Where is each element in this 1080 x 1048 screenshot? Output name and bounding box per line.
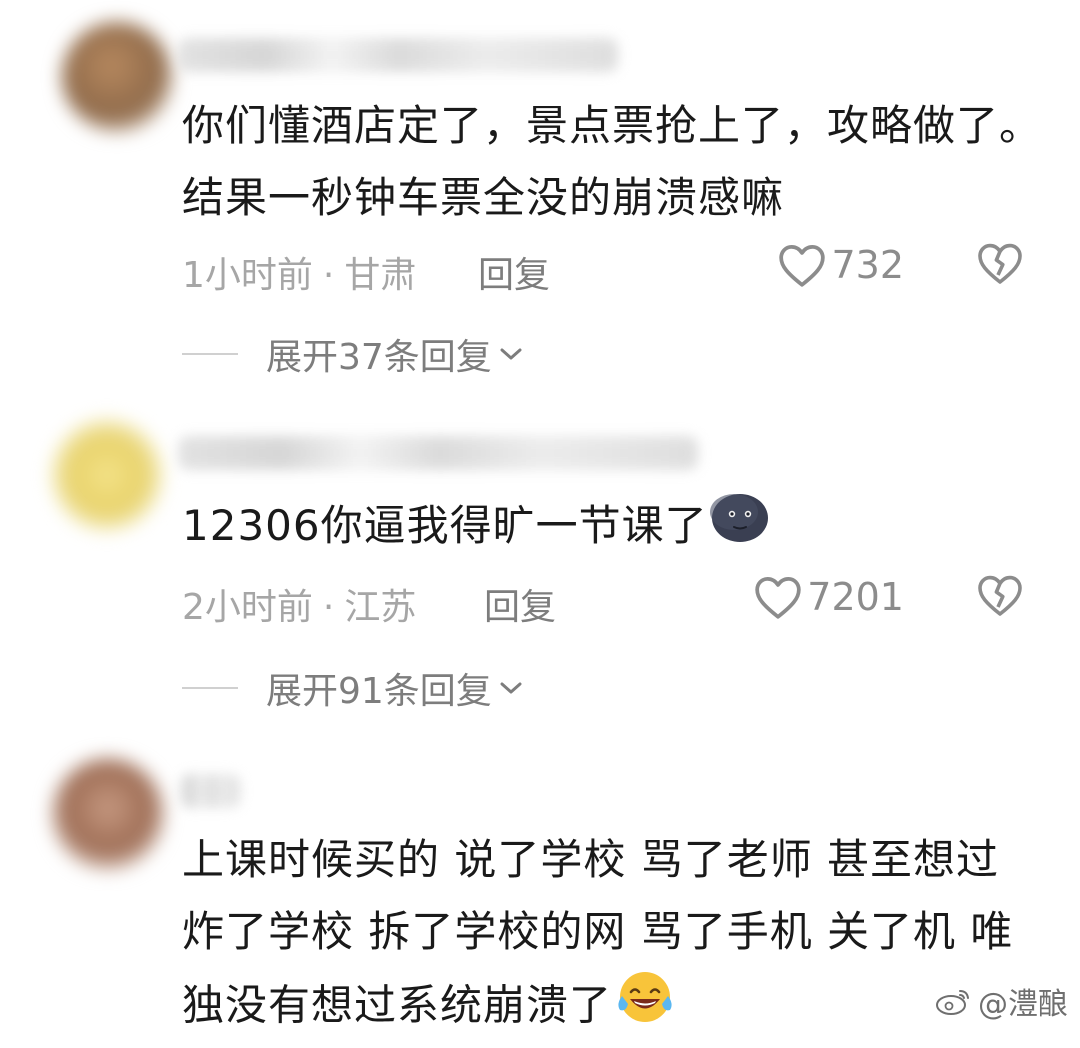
avatar[interactable] [52,420,162,530]
expand-replies-button[interactable]: 展开91条回复 [182,662,524,714]
comment-text-content: 上课时候买的 说了学校 骂了老师 甚至想过炸了学校 拆了学校的网 骂了手机 关了… [182,835,1014,1030]
expand-replies-label: 展开37条回复 [266,337,492,378]
comment-text: 你们懂酒店定了，景点票抢上了，攻略做了。结果一秒钟车票全没的崩溃感嘛 [182,101,1043,222]
avatar[interactable] [62,22,172,132]
comment-meta: 2小时前 · 江苏 [182,578,416,630]
username[interactable] [178,436,698,470]
expand-replies-button[interactable]: 展开37条回复 [182,328,524,380]
watermark-handle: @澧酿 [978,987,1068,1022]
like-button[interactable]: 732 [777,242,904,288]
dislike-button[interactable] [976,572,1024,622]
comment-text: 12306你逼我得旷一节课了 [182,490,1042,566]
dislike-button[interactable] [976,240,1024,290]
tears-of-joy-icon [614,968,676,1048]
new-moon-face-icon [709,492,770,566]
like-count: 7201 [807,575,904,619]
comment-time: 1小时前 [182,255,313,296]
divider-line [182,353,238,355]
comment-location: 江苏 [344,587,417,628]
username[interactable] [178,38,618,72]
like-count: 732 [831,243,904,287]
broken-heart-icon [978,243,1022,284]
comment-text-content: 12306你逼我得旷一节课了 [182,501,708,550]
comment-meta: 1小时前 · 甘肃 [182,246,416,298]
comment-location: 甘肃 [344,255,417,296]
comment-time: 2小时前 [182,587,313,628]
watermark: @澧酿 [934,979,1068,1023]
username[interactable] [180,774,240,808]
heart-icon [779,245,826,287]
reply-button[interactable]: 回复 [484,578,556,630]
avatar[interactable] [52,758,164,870]
meta-separator: · [322,587,335,628]
expand-replies-label: 展开91条回复 [266,671,492,712]
weibo-icon [936,990,969,1015]
chevron-down-icon [500,682,522,694]
chevron-down-icon [500,348,522,360]
heart-icon [755,577,801,619]
comment-text: 上课时候买的 说了学校 骂了老师 甚至想过炸了学校 拆了学校的网 骂了手机 关了… [182,824,1042,1048]
broken-heart-icon [978,575,1022,616]
meta-separator: · [322,255,335,296]
divider-line [182,687,238,689]
reply-button[interactable]: 回复 [478,246,550,298]
like-button[interactable]: 7201 [753,574,904,620]
